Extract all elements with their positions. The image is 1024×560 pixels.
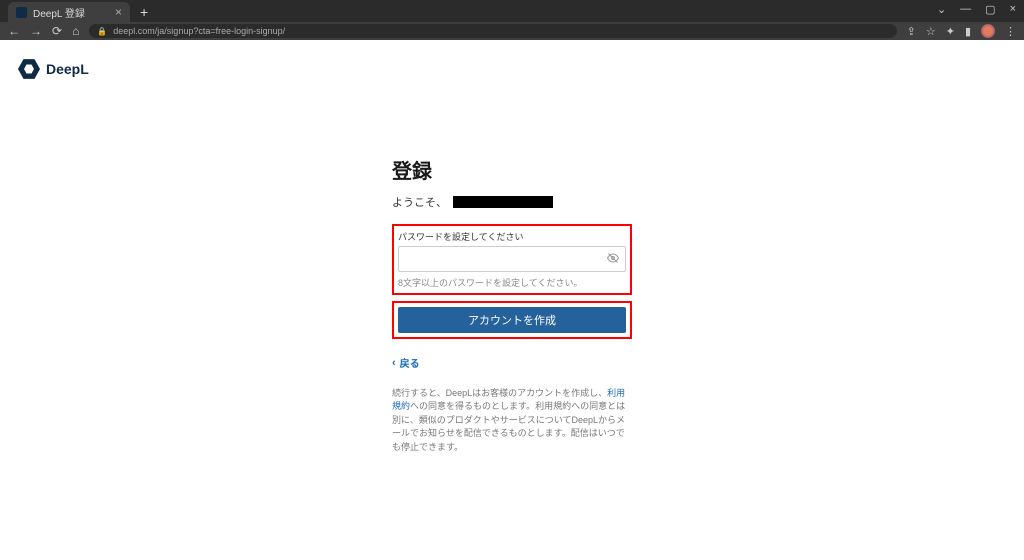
password-input[interactable] bbox=[405, 254, 607, 265]
signup-form: 登録 ようこそ、 パスワードを設定してください 8文字以上のパスワードを設定して… bbox=[392, 40, 632, 454]
logo[interactable]: DeepL bbox=[18, 58, 89, 80]
logo-mark bbox=[18, 58, 40, 80]
minimize-icon[interactable]: — bbox=[960, 3, 971, 16]
page-content: DeepL 登録 ようこそ、 パスワードを設定してください 8文字以上のパスワー bbox=[0, 40, 1024, 560]
close-window-icon[interactable]: × bbox=[1010, 3, 1016, 16]
password-section-highlight: パスワードを設定してください 8文字以上のパスワードを設定してください。 bbox=[392, 224, 632, 295]
forward-icon[interactable]: → bbox=[30, 24, 42, 38]
new-tab-button[interactable]: + bbox=[140, 4, 148, 20]
user-email-redacted bbox=[453, 196, 553, 208]
bookmark-icon[interactable]: ▮ bbox=[965, 25, 971, 38]
star-icon[interactable]: ☆ bbox=[926, 25, 936, 38]
address-bar[interactable]: 🔒 deepl.com/ja/signup?cta=free-login-sig… bbox=[89, 24, 896, 38]
welcome-row: ようこそ、 bbox=[392, 194, 632, 210]
share-icon[interactable]: ⇪ bbox=[907, 25, 916, 38]
chevron-down-icon[interactable]: ⌄ bbox=[937, 3, 946, 16]
chevron-left-icon: ‹ bbox=[392, 357, 396, 369]
tab-title: DeepL 登録 bbox=[33, 5, 109, 20]
logo-text: DeepL bbox=[46, 61, 89, 77]
lock-icon: 🔒 bbox=[97, 27, 107, 36]
create-account-button[interactable]: アカウントを作成 bbox=[398, 307, 626, 333]
extensions-icon[interactable]: ✦ bbox=[946, 25, 955, 38]
toolbar-right: ⇪ ☆ ✦ ▮ ⋮ bbox=[907, 24, 1016, 38]
tab-close-icon[interactable]: × bbox=[115, 6, 122, 18]
create-button-highlight: アカウントを作成 bbox=[392, 301, 632, 339]
page-heading: 登録 bbox=[392, 155, 632, 184]
password-label: パスワードを設定してください bbox=[398, 230, 626, 243]
back-icon[interactable]: ← bbox=[8, 24, 20, 38]
tab-favicon bbox=[16, 7, 27, 18]
browser-chrome: DeepL 登録 × + ⌄ — ▢ × ← → ⟳ ⌂ 🔒 deepl.com… bbox=[0, 0, 1024, 40]
password-helper: 8文字以上のパスワードを設定してください。 bbox=[398, 276, 626, 289]
terms-text: 続行すると、DeepLはお客様のアカウントを作成し、利用規約への同意を得るものと… bbox=[392, 387, 632, 455]
profile-icon[interactable] bbox=[981, 24, 995, 38]
tab-bar: DeepL 登録 × + ⌄ — ▢ × bbox=[0, 0, 1024, 22]
back-link[interactable]: ‹ 戻る bbox=[392, 355, 420, 370]
home-icon[interactable]: ⌂ bbox=[72, 24, 79, 38]
eye-icon[interactable] bbox=[607, 252, 619, 267]
maximize-icon[interactable]: ▢ bbox=[985, 3, 995, 16]
browser-tab[interactable]: DeepL 登録 × bbox=[8, 2, 130, 22]
url-text: deepl.com/ja/signup?cta=free-login-signu… bbox=[113, 26, 285, 36]
welcome-text: ようこそ、 bbox=[392, 194, 447, 210]
reload-icon[interactable]: ⟳ bbox=[52, 24, 62, 38]
password-input-wrap bbox=[398, 246, 626, 272]
window-controls: ⌄ — ▢ × bbox=[937, 3, 1016, 16]
menu-icon[interactable]: ⋮ bbox=[1005, 25, 1016, 38]
back-label: 戻る bbox=[400, 355, 420, 370]
browser-toolbar: ← → ⟳ ⌂ 🔒 deepl.com/ja/signup?cta=free-l… bbox=[0, 22, 1024, 40]
